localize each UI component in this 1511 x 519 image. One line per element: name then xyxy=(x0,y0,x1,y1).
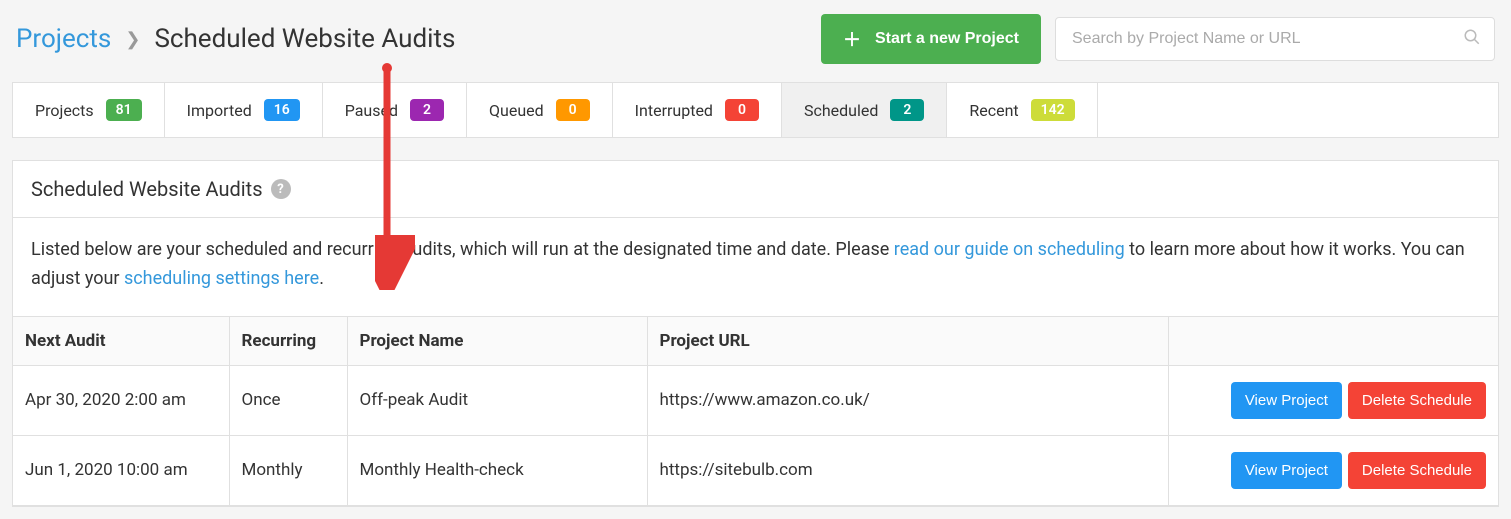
tab-count-badge: 142 xyxy=(1031,99,1075,121)
cell-recurring: Monthly xyxy=(229,435,347,505)
cell-actions: View ProjectDelete Schedule xyxy=(1168,435,1498,505)
start-new-project-button[interactable]: ＋ Start a new Project xyxy=(821,14,1041,64)
tab-interrupted[interactable]: Interrupted 0 xyxy=(613,83,782,137)
tab-projects[interactable]: Projects 81 xyxy=(13,83,165,137)
project-tabs: Projects81Imported16Paused2Queued0Interr… xyxy=(12,82,1499,138)
tab-label: Projects xyxy=(35,101,94,120)
cell-project-url: https://sitebulb.com xyxy=(647,435,1168,505)
col-recurring: Recurring xyxy=(229,316,347,365)
tab-label: Queued xyxy=(489,101,544,120)
delete-schedule-button[interactable]: Delete Schedule xyxy=(1348,452,1486,489)
start-new-project-label: Start a new Project xyxy=(875,30,1019,48)
col-project-name: Project Name xyxy=(347,316,647,365)
breadcrumb-root-link[interactable]: Projects xyxy=(16,24,111,54)
tab-scheduled[interactable]: Scheduled 2 xyxy=(782,83,947,137)
breadcrumb: Projects ❯ Scheduled Website Audits xyxy=(16,24,821,54)
cell-project-name: Monthly Health-check xyxy=(347,435,647,505)
cell-actions: View ProjectDelete Schedule xyxy=(1168,365,1498,435)
cell-next-audit: Apr 30, 2020 2:00 am xyxy=(13,365,229,435)
search-icon xyxy=(1463,28,1481,50)
col-next-audit: Next Audit xyxy=(13,316,229,365)
panel-title: Scheduled Website Audits xyxy=(31,177,263,201)
scheduled-audits-table: Next Audit Recurring Project Name Projec… xyxy=(13,316,1498,506)
breadcrumb-current: Scheduled Website Audits xyxy=(154,24,455,54)
tab-paused[interactable]: Paused 2 xyxy=(323,83,467,137)
cell-project-name: Off-peak Audit xyxy=(347,365,647,435)
tab-label: Paused xyxy=(345,101,398,120)
tab-queued[interactable]: Queued 0 xyxy=(467,83,613,137)
cell-recurring: Once xyxy=(229,365,347,435)
scheduled-audits-panel: Scheduled Website Audits ? Listed below … xyxy=(12,160,1499,507)
tab-count-badge: 2 xyxy=(890,99,924,121)
tab-count-badge: 81 xyxy=(106,99,142,121)
delete-schedule-button[interactable]: Delete Schedule xyxy=(1348,382,1486,419)
tab-label: Recent xyxy=(969,101,1018,120)
tab-imported[interactable]: Imported 16 xyxy=(165,83,323,137)
tab-count-badge: 2 xyxy=(410,99,444,121)
tab-count-badge: 0 xyxy=(725,99,759,121)
view-project-button[interactable]: View Project xyxy=(1231,382,1342,419)
scheduling-settings-link[interactable]: scheduling settings here xyxy=(124,268,319,289)
help-icon[interactable]: ? xyxy=(271,179,291,199)
panel-header: Scheduled Website Audits ? xyxy=(13,161,1498,218)
search-input[interactable] xyxy=(1055,17,1495,61)
col-actions xyxy=(1168,316,1498,365)
col-project-url: Project URL xyxy=(647,316,1168,365)
tab-count-badge: 16 xyxy=(264,99,300,121)
table-row: Apr 30, 2020 2:00 amOnceOff-peak Auditht… xyxy=(13,365,1498,435)
chevron-right-icon: ❯ xyxy=(125,29,140,50)
tab-label: Interrupted xyxy=(635,101,713,120)
tab-label: Scheduled xyxy=(804,101,878,120)
panel-description: Listed below are your scheduled and recu… xyxy=(13,218,1498,316)
tab-count-badge: 0 xyxy=(556,99,590,121)
cell-next-audit: Jun 1, 2020 10:00 am xyxy=(13,435,229,505)
cell-project-url: https://www.amazon.co.uk/ xyxy=(647,365,1168,435)
view-project-button[interactable]: View Project xyxy=(1231,452,1342,489)
plus-icon: ＋ xyxy=(843,26,861,52)
table-row: Jun 1, 2020 10:00 amMonthlyMonthly Healt… xyxy=(13,435,1498,505)
guide-link[interactable]: read our guide on scheduling xyxy=(894,239,1125,260)
tab-label: Imported xyxy=(187,101,252,120)
tab-recent[interactable]: Recent 142 xyxy=(947,83,1097,137)
